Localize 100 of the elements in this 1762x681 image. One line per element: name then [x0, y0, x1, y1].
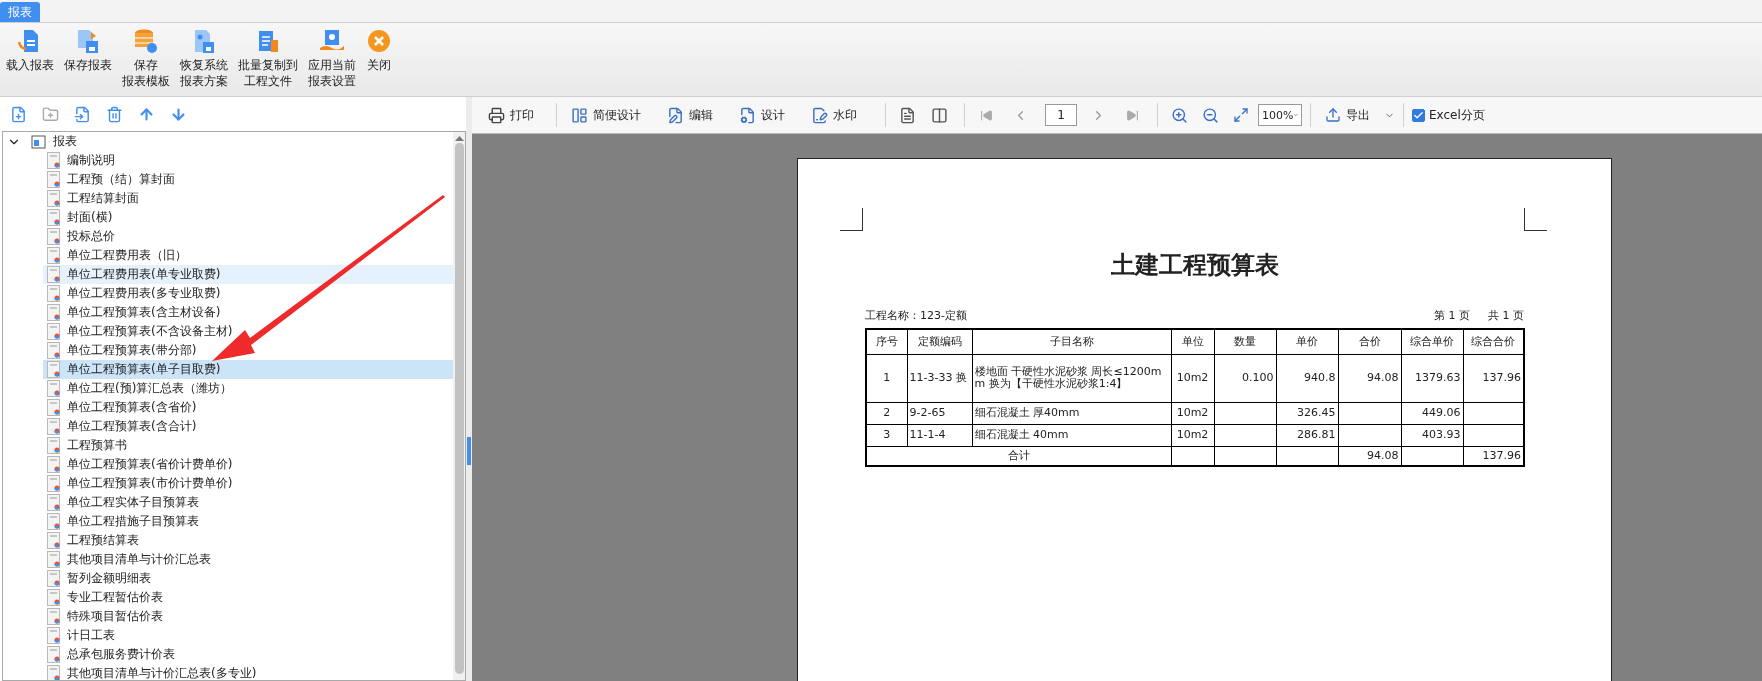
- first-page-icon[interactable]: [979, 108, 993, 122]
- report-icon: [47, 532, 61, 549]
- add-folder-icon[interactable]: [42, 105, 59, 123]
- table-cell: 326.45: [1276, 402, 1338, 424]
- table-cell: 940.8: [1276, 354, 1338, 402]
- tree-item[interactable]: 单位工程预算表(含合计): [43, 417, 453, 436]
- crop-mark: [840, 208, 863, 231]
- table-cell: 1379.63: [1401, 354, 1463, 402]
- report-icon: [47, 646, 61, 663]
- zoom-in-icon[interactable]: [1170, 106, 1188, 124]
- tree-item[interactable]: 其他项目清单与计价汇总表: [43, 550, 453, 569]
- file-signature-icon: [811, 106, 828, 124]
- scrollbar[interactable]: [453, 132, 465, 680]
- toolbar-button[interactable]: 编辑: [661, 103, 719, 127]
- last-page-icon[interactable]: [1125, 108, 1139, 122]
- table-cell: 10m2: [1171, 402, 1214, 424]
- zoom-out-icon[interactable]: [1201, 106, 1219, 124]
- ribbon-button[interactable]: 载入报表: [4, 28, 56, 73]
- table-cell: 10m2: [1171, 354, 1214, 402]
- report-icon: [47, 285, 61, 302]
- project-name: 工程名称：123-定额: [865, 308, 967, 324]
- single-page-icon[interactable]: [898, 106, 916, 124]
- tree-item[interactable]: 暂列金额明细表: [43, 569, 453, 588]
- zoom-dropdown[interactable]: 100%: [1258, 104, 1302, 126]
- tree-item[interactable]: 单位工程预算表(省价计费单价): [43, 455, 453, 474]
- move-up-icon[interactable]: [138, 105, 155, 123]
- tree-item[interactable]: 单位工程预算表(含主材设备): [43, 303, 453, 322]
- report-icon: [47, 190, 61, 207]
- table-cell: 细石混凝土 40mm: [972, 424, 1171, 446]
- edit-icon: [667, 106, 684, 124]
- tree-item[interactable]: 单位工程(预)算汇总表（潍坊）: [43, 379, 453, 398]
- fit-page-icon[interactable]: [1233, 107, 1249, 123]
- delete-icon[interactable]: [106, 105, 123, 123]
- table-cell: 10m2: [1171, 424, 1214, 446]
- export-button[interactable]: 导出: [1319, 103, 1376, 127]
- tree-item[interactable]: 特殊项目暂估价表: [43, 607, 453, 626]
- tree-item[interactable]: 工程预（结）算封面: [43, 170, 453, 189]
- toolbar-button[interactable]: 打印: [482, 103, 540, 127]
- move-down-icon[interactable]: [170, 105, 187, 123]
- export-icon: [1325, 107, 1341, 123]
- table-cell: 403.93: [1401, 424, 1463, 446]
- tree-item[interactable]: 单位工程费用表（旧）: [43, 246, 453, 265]
- insert-file-icon[interactable]: [74, 105, 91, 123]
- tree-item[interactable]: 工程预结算表: [43, 531, 453, 550]
- page-total: 共 1 页: [1488, 308, 1524, 324]
- splitter-handle[interactable]: [467, 437, 471, 465]
- tree-item[interactable]: 单位工程预算表(市价计费单价): [43, 474, 453, 493]
- table-cell: 细石混凝土 厚40mm: [972, 402, 1171, 424]
- tree-item[interactable]: 封面(横): [43, 208, 453, 227]
- tree-item[interactable]: 单位工程措施子目预算表: [43, 512, 453, 531]
- toolbar-button[interactable]: 简便设计: [565, 103, 647, 127]
- tree-item[interactable]: 工程预算书: [43, 436, 453, 455]
- page-number-field[interactable]: 1: [1045, 104, 1077, 126]
- add-file-icon[interactable]: [10, 105, 27, 123]
- tree-item[interactable]: 其他项目清单与计价汇总表(多专业): [43, 664, 453, 680]
- report-icon: [47, 171, 61, 188]
- checkbox-label[interactable]: Excel分页: [1429, 106, 1485, 124]
- file-gear-icon: [739, 106, 756, 124]
- column-header: 综合单价: [1401, 329, 1463, 354]
- table-cell: 449.06: [1401, 402, 1463, 424]
- tree-item[interactable]: 工程结算封面: [43, 189, 453, 208]
- column-header: 定额编码: [907, 329, 972, 354]
- ribbon-button[interactable]: 关闭: [364, 28, 394, 73]
- tree-item[interactable]: 单位工程预算表(不含设备主材): [43, 322, 453, 341]
- toolbar-button[interactable]: 设计: [733, 103, 791, 127]
- column-header: 序号: [866, 329, 907, 354]
- ribbon-button[interactable]: 批量复制到 工程文件: [236, 28, 300, 89]
- database-icon: [133, 28, 159, 54]
- tree-item[interactable]: 单位工程费用表(单专业取费): [43, 265, 453, 284]
- excel-checkbox[interactable]: [1412, 108, 1425, 122]
- tree-item[interactable]: 投标总价: [43, 227, 453, 246]
- tree-item[interactable]: 单位工程预算表(带分部): [43, 341, 453, 360]
- crop-mark: [1524, 208, 1547, 231]
- tree-item[interactable]: 报表: [3, 132, 453, 151]
- column-header: 数量: [1214, 329, 1276, 354]
- report-icon: [47, 361, 61, 378]
- ribbon-button[interactable]: 保存 报表模板: [120, 28, 172, 89]
- tree-item[interactable]: 编制说明: [43, 151, 453, 170]
- report-icon: [47, 247, 61, 264]
- report-title: 土建工程预算表: [1109, 250, 1280, 281]
- tree-item[interactable]: 单位工程实体子目预算表: [43, 493, 453, 512]
- scroll-up-icon[interactable]: [454, 135, 464, 141]
- tree-item[interactable]: 单位工程预算表(单子目取费): [43, 360, 453, 379]
- two-page-icon[interactable]: [930, 106, 948, 124]
- layout-icon: [571, 106, 588, 124]
- table-cell: 楼地面 干硬性水泥砂浆 周长≤1200mm 换为【干硬性水泥砂浆1:4】: [972, 354, 1171, 402]
- tree-item[interactable]: 总承包服务费计价表: [43, 645, 453, 664]
- tree-item[interactable]: 单位工程费用表(多专业取费): [43, 284, 453, 303]
- ribbon-button[interactable]: 保存报表: [62, 28, 114, 73]
- report-icon: [47, 266, 61, 283]
- table-cell: 94.08: [1338, 354, 1401, 402]
- tree-item[interactable]: 单位工程预算表(含省价): [43, 398, 453, 417]
- column-header: 单位: [1171, 329, 1214, 354]
- ribbon-button[interactable]: 恢复系统 报表方案: [178, 28, 230, 89]
- toolbar-button[interactable]: 水印: [805, 103, 863, 127]
- report-icon: [47, 456, 61, 473]
- tree-item[interactable]: 专业工程暂估价表: [43, 588, 453, 607]
- tree-item[interactable]: 计日工表: [43, 626, 453, 645]
- ribbon-button[interactable]: 应用当前 报表设置: [306, 28, 358, 89]
- report-icon: [47, 323, 61, 340]
